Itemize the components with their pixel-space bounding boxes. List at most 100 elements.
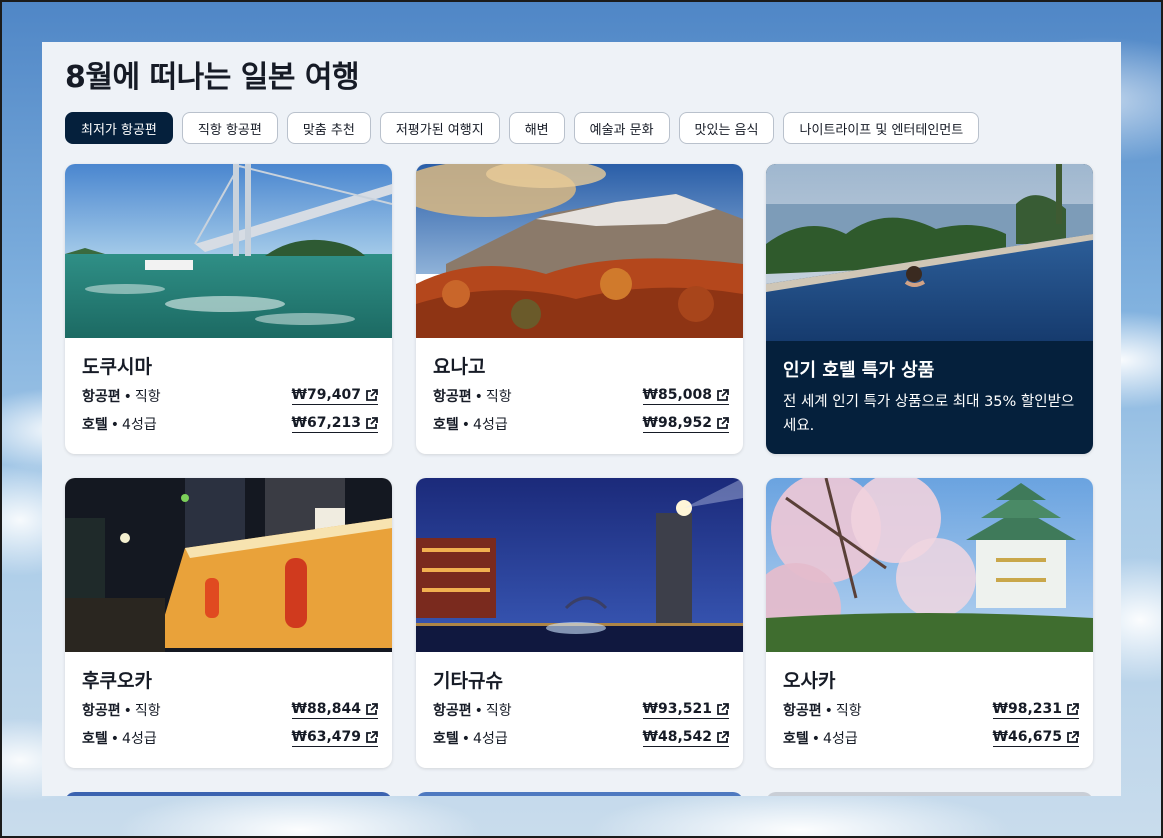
tab-cheapest-flights[interactable]: 최저가 항공편 (65, 112, 173, 144)
destination-card[interactable]: 기타규슈 항공편 • 직항 ₩93,521 호텔 • 4성급 ₩48,542 (416, 478, 743, 768)
external-link-icon (366, 702, 378, 715)
tab-food[interactable]: 맛있는 음식 (678, 112, 775, 144)
hotel-label: 호텔 (433, 731, 459, 747)
hotel-label: 호텔 (82, 731, 108, 747)
external-link-icon (366, 730, 378, 743)
flight-type: 직항 (485, 703, 512, 719)
hotel-price: ₩48,542 (642, 729, 712, 745)
destination-card[interactable]: 도쿠시마 항공편 • 직항 ₩79,407 호텔 • 4성급 ₩67,213 (65, 164, 392, 454)
city-name: 오사카 (783, 670, 836, 692)
hotel-deals-promo-card[interactable]: 인기 호텔 특가 상품 전 세계 인기 특가 상품으로 최대 35% 할인받으세… (766, 164, 1093, 454)
hotel-price-link[interactable]: ₩48,542 (642, 729, 729, 747)
hotel-price: ₩63,479 (291, 729, 361, 745)
external-link-icon (717, 730, 729, 743)
hotel-class: 4성급 (122, 731, 157, 747)
external-link-icon (717, 702, 729, 715)
hotel-label: 호텔 (82, 417, 108, 433)
tab-beaches[interactable]: 해변 (508, 112, 565, 144)
tab-underrated[interactable]: 저평가된 여행지 (379, 112, 500, 144)
separator: • (461, 417, 471, 433)
flight-price-link[interactable]: ₩88,844 (291, 701, 378, 719)
hotel-class: 4성급 (473, 417, 508, 433)
hotel-row: 호텔 • 4성급 ₩98,952 (433, 414, 729, 434)
castle-cherry-blossom-photo (766, 478, 1093, 652)
promo-description: 전 세계 인기 특가 상품으로 최대 35% 할인받으세요. (783, 394, 1075, 434)
flight-type: 직항 (134, 703, 161, 719)
hotel-price-link[interactable]: ₩63,479 (291, 729, 378, 747)
hotel-row: 호텔 • 4성급 ₩67,213 (82, 414, 378, 434)
flight-row: 항공편 • 직항 ₩98,231 (783, 700, 1079, 720)
night-harbor-tower-photo (416, 478, 743, 652)
separator: • (110, 731, 120, 747)
destinations-panel: 8월에 떠나는 일본 여행 최저가 항공편 직항 항공편 맞춤 추천 저평가된 … (42, 42, 1121, 796)
separator: • (811, 731, 821, 747)
separator: • (123, 703, 132, 719)
hotel-price: ₩67,213 (291, 415, 361, 431)
destination-card[interactable]: 요나고 항공편 • 직항 ₩85,008 호텔 • 4성급 ₩98,952 (416, 164, 743, 454)
hotel-row: 호텔 • 4성급 ₩48,542 (433, 728, 729, 748)
tab-art-culture[interactable]: 예술과 문화 (573, 112, 670, 144)
flight-row: 항공편 • 직항 ₩88,844 (82, 700, 378, 720)
hotel-price: ₩46,675 (992, 729, 1062, 745)
separator: • (123, 389, 132, 405)
city-name: 후쿠오카 (82, 670, 152, 692)
flight-type: 직항 (134, 389, 161, 405)
hotel-class: 4성급 (122, 417, 157, 433)
autumn-mountain-photo (416, 164, 743, 338)
hotel-price-link[interactable]: ₩67,213 (291, 415, 378, 433)
filter-tabs: 최저가 항공편 직항 항공편 맞춤 추천 저평가된 여행지 해변 예술과 문화 … (65, 112, 980, 144)
hotel-price: ₩98,952 (642, 415, 712, 431)
city-name: 기타규슈 (433, 670, 503, 692)
flight-price-link[interactable]: ₩98,231 (992, 701, 1079, 719)
tab-direct-flights[interactable]: 직항 항공편 (181, 112, 278, 144)
separator: • (474, 389, 483, 405)
hotel-row: 호텔 • 4성급 ₩63,479 (82, 728, 378, 748)
flight-price-link[interactable]: ₩79,407 (291, 387, 378, 405)
destination-card[interactable] (416, 792, 743, 796)
external-link-icon (717, 388, 729, 401)
flight-label: 항공편 (82, 703, 121, 719)
flight-label: 항공편 (433, 703, 472, 719)
destination-card[interactable] (65, 792, 392, 796)
destination-card[interactable]: 후쿠오카 항공편 • 직항 ₩88,844 호텔 • 4성급 ₩63,479 (65, 478, 392, 768)
external-link-icon (1067, 702, 1079, 715)
hotel-row: 호텔 • 4성급 ₩46,675 (783, 728, 1079, 748)
destination-card[interactable]: 오사카 항공편 • 직항 ₩98,231 호텔 • 4성급 ₩46,675 (766, 478, 1093, 768)
tab-nightlife[interactable]: 나이트라이프 및 엔터테인먼트 (783, 112, 980, 144)
flight-price: ₩98,231 (992, 701, 1062, 717)
flight-type: 직항 (835, 703, 862, 719)
external-link-icon (366, 416, 378, 429)
hotel-class: 4성급 (473, 731, 508, 747)
promo-title: 인기 호텔 특가 상품 (783, 360, 935, 381)
city-name: 요나고 (433, 356, 486, 378)
external-link-icon (1067, 730, 1079, 743)
flight-price: ₩79,407 (291, 387, 361, 403)
hotel-label: 호텔 (783, 731, 809, 747)
flight-row: 항공편 • 직항 ₩93,521 (433, 700, 729, 720)
hotel-class: 4성급 (823, 731, 858, 747)
separator: • (461, 731, 471, 747)
separator: • (110, 417, 120, 433)
page-title: 8월에 떠나는 일본 여행 (65, 60, 360, 95)
flight-price-link[interactable]: ₩85,008 (642, 387, 729, 405)
tab-recommended[interactable]: 맞춤 추천 (286, 112, 371, 144)
flight-price-link[interactable]: ₩93,521 (642, 701, 729, 719)
flight-label: 항공편 (783, 703, 822, 719)
flight-price: ₩93,521 (642, 701, 712, 717)
flight-label: 항공편 (82, 389, 121, 405)
destination-card[interactable] (766, 792, 1093, 796)
hotel-price-link[interactable]: ₩46,675 (992, 729, 1079, 747)
night-street-stalls-photo (65, 478, 392, 652)
external-link-icon (366, 388, 378, 401)
flight-row: 항공편 • 직항 ₩85,008 (433, 386, 729, 406)
flight-label: 항공편 (433, 389, 472, 405)
bridge-sea-photo (65, 164, 392, 338)
hotel-price-link[interactable]: ₩98,952 (642, 415, 729, 433)
infinity-pool-photo (766, 164, 1093, 341)
separator: • (824, 703, 833, 719)
flight-type: 직항 (485, 389, 512, 405)
hotel-label: 호텔 (433, 417, 459, 433)
flight-price: ₩85,008 (642, 387, 712, 403)
external-link-icon (717, 416, 729, 429)
city-name: 도쿠시마 (82, 356, 152, 378)
